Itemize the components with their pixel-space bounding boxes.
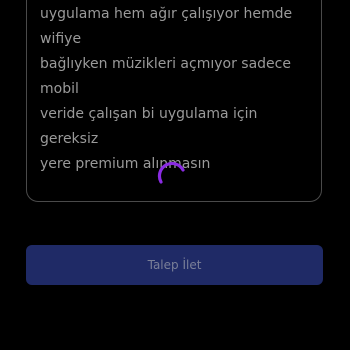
message-text: uygulama hem ağır çalışıyor hemde wifiye… [40, 6, 293, 172]
loading-spinner-icon [157, 161, 185, 184]
submit-request-label: Talep İlet [147, 258, 202, 272]
submit-request-button[interactable]: Talep İlet [26, 245, 323, 285]
